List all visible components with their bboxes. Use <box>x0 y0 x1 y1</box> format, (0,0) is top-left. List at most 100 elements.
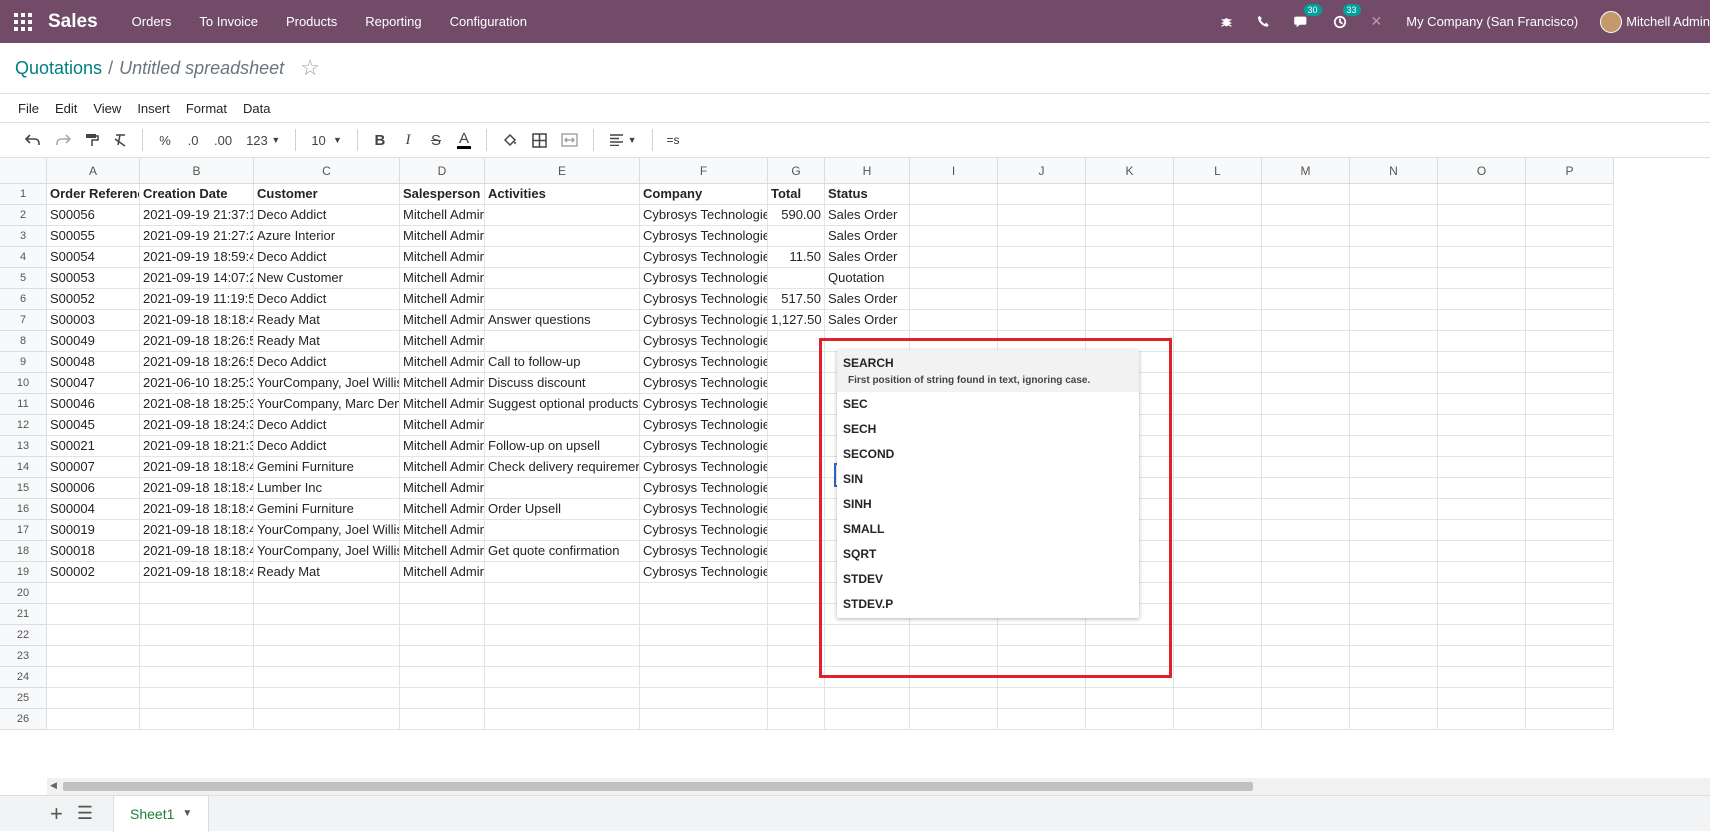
grid-cell[interactable] <box>1086 310 1174 331</box>
grid-cell[interactable] <box>640 646 768 667</box>
fill-color-icon[interactable] <box>502 133 518 148</box>
grid-cell[interactable]: Follow-up on upsell <box>485 436 640 457</box>
grid-cell[interactable] <box>910 709 998 730</box>
grid-cell[interactable]: YourCompany, Joel Willis <box>254 373 400 394</box>
apps-menu-icon[interactable] <box>0 0 46 43</box>
row-header[interactable]: 15 <box>0 478 47 499</box>
column-header[interactable]: H <box>825 158 910 184</box>
grid-cell[interactable] <box>640 625 768 646</box>
menu-to-invoice[interactable]: To Invoice <box>199 14 258 29</box>
grid-cell[interactable]: Mitchell Admin <box>400 310 485 331</box>
grid-cell[interactable]: 2021-09-18 18:18:41 <box>140 310 254 331</box>
grid-cell[interactable] <box>1526 583 1614 604</box>
grid-cell[interactable] <box>1526 373 1614 394</box>
grid-cell[interactable] <box>768 604 825 625</box>
grid-cell[interactable] <box>998 310 1086 331</box>
grid-cell[interactable]: S00002 <box>47 562 140 583</box>
row-header[interactable]: 7 <box>0 310 47 331</box>
grid-cell[interactable] <box>1174 478 1262 499</box>
grid-cell[interactable] <box>768 478 825 499</box>
grid-cell[interactable]: 2021-08-18 18:25:30 <box>140 394 254 415</box>
row-header[interactable]: 17 <box>0 520 47 541</box>
grid-cell[interactable] <box>1174 604 1262 625</box>
increase-decimal-button[interactable]: .00 <box>214 133 232 148</box>
grid-cell[interactable] <box>998 226 1086 247</box>
row-header[interactable]: 4 <box>0 247 47 268</box>
row-header[interactable]: 12 <box>0 415 47 436</box>
grid-cell[interactable]: 2021-09-18 18:18:41 <box>140 457 254 478</box>
grid-cell[interactable] <box>768 415 825 436</box>
row-header[interactable]: 9 <box>0 352 47 373</box>
grid-cell[interactable] <box>768 226 825 247</box>
grid-cell[interactable]: YourCompany, Marc Demo <box>254 394 400 415</box>
column-header[interactable]: F <box>640 158 768 184</box>
merge-cells-icon[interactable] <box>561 133 578 147</box>
grid-cell[interactable]: Cybrosys Technologies <box>640 436 768 457</box>
grid-cell[interactable] <box>1526 646 1614 667</box>
grid-cell[interactable] <box>1350 478 1438 499</box>
column-header[interactable]: J <box>998 158 1086 184</box>
grid-cell[interactable] <box>485 289 640 310</box>
grid-cell[interactable] <box>1086 688 1174 709</box>
row-header[interactable]: 24 <box>0 667 47 688</box>
grid-cell[interactable] <box>910 226 998 247</box>
menu-insert[interactable]: Insert <box>137 101 170 116</box>
row-header[interactable]: 8 <box>0 331 47 352</box>
grid-cell[interactable]: Sales Order <box>825 226 910 247</box>
grid-cell[interactable] <box>640 583 768 604</box>
column-header[interactable]: A <box>47 158 140 184</box>
grid-cell[interactable] <box>485 331 640 352</box>
grid-cell[interactable]: Discuss discount <box>485 373 640 394</box>
grid-cell[interactable] <box>1174 268 1262 289</box>
grid-cell[interactable] <box>1438 289 1526 310</box>
grid-cell[interactable] <box>1438 646 1526 667</box>
grid-cell[interactable] <box>1438 373 1526 394</box>
grid-cell[interactable] <box>1262 457 1350 478</box>
grid-cell[interactable] <box>825 688 910 709</box>
grid-cell[interactable]: Deco Addict <box>254 289 400 310</box>
grid-cell[interactable] <box>1350 247 1438 268</box>
grid-cell[interactable] <box>485 604 640 625</box>
grid-cell[interactable] <box>1086 289 1174 310</box>
grid-cell[interactable] <box>1350 499 1438 520</box>
format-percent-button[interactable]: % <box>158 133 172 148</box>
grid-cell[interactable] <box>1438 226 1526 247</box>
menu-format[interactable]: Format <box>186 101 227 116</box>
grid-cell[interactable] <box>998 205 1086 226</box>
grid-cell[interactable] <box>140 625 254 646</box>
grid-cell[interactable] <box>400 709 485 730</box>
chat-icon[interactable]: 30 <box>1293 4 1322 28</box>
grid-cell[interactable] <box>140 604 254 625</box>
grid-cell[interactable]: Salesperson <box>400 184 485 205</box>
grid-cell[interactable]: S00006 <box>47 478 140 499</box>
row-header[interactable]: 18 <box>0 541 47 562</box>
grid-cell[interactable] <box>1262 709 1350 730</box>
grid-cell[interactable] <box>910 184 998 205</box>
grid-cell[interactable] <box>1174 499 1262 520</box>
grid-cell[interactable] <box>1350 541 1438 562</box>
grid-cell[interactable] <box>1262 184 1350 205</box>
grid-cell[interactable]: Cybrosys Technologies <box>640 457 768 478</box>
grid-cell[interactable] <box>1350 625 1438 646</box>
grid-cell[interactable] <box>1262 478 1350 499</box>
decrease-decimal-button[interactable]: .0 <box>186 133 200 148</box>
grid-cell[interactable]: S00049 <box>47 331 140 352</box>
menu-file[interactable]: File <box>18 101 39 116</box>
grid-cell[interactable]: 517.50 <box>768 289 825 310</box>
grid-cell[interactable] <box>1262 289 1350 310</box>
row-header[interactable]: 14 <box>0 457 47 478</box>
scrollbar-thumb[interactable] <box>63 782 1253 791</box>
grid-cell[interactable]: Cybrosys Technologies <box>640 478 768 499</box>
grid-cell[interactable]: S00053 <box>47 268 140 289</box>
grid-cell[interactable]: 2021-09-18 18:18:41 <box>140 499 254 520</box>
column-header[interactable]: O <box>1438 158 1526 184</box>
grid-cell[interactable]: Mitchell Admin <box>400 478 485 499</box>
grid-cell[interactable] <box>485 205 640 226</box>
grid-cell[interactable]: 2021-09-18 18:18:41 <box>140 520 254 541</box>
grid-cell[interactable] <box>1526 457 1614 478</box>
grid-cell[interactable] <box>910 205 998 226</box>
grid-cell[interactable]: YourCompany, Joel Willis <box>254 541 400 562</box>
app-brand[interactable]: Sales <box>48 11 98 33</box>
grid-cell[interactable] <box>1350 520 1438 541</box>
grid-cell[interactable] <box>1350 646 1438 667</box>
